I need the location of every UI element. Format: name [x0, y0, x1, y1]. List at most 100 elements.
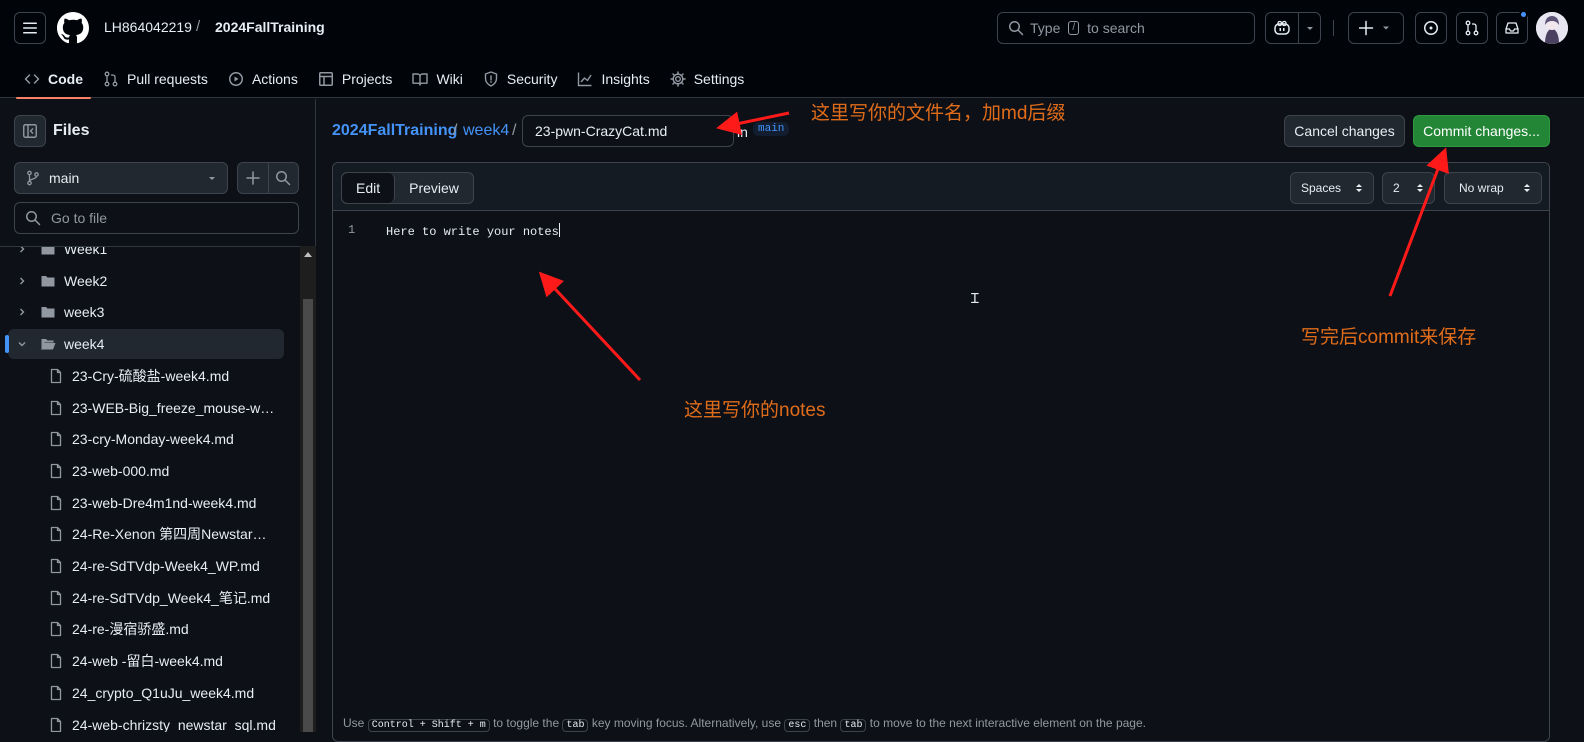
gear-icon: [669, 71, 686, 87]
search-input[interactable]: Type / to search: [997, 12, 1255, 44]
tree-file[interactable]: 24-web-chrizsty_newstar_sql.md: [8, 710, 284, 732]
issues-icon[interactable]: [1415, 12, 1447, 44]
copilot-button[interactable]: [1265, 12, 1321, 44]
search-icon: [276, 171, 291, 186]
search-icon: [1009, 21, 1024, 36]
tree-folder[interactable]: week3: [8, 297, 284, 327]
hint-key: Control + Shift + m: [367, 719, 490, 732]
menu-button[interactable]: [14, 12, 46, 44]
tab-security-label: Security: [506, 71, 558, 87]
wrap-mode-value: No wrap: [1459, 181, 1504, 195]
annotation-filename: 这里写你的文件名，加md后缀: [811, 103, 1066, 124]
text-caret: [558, 223, 560, 237]
hint-key: tab: [562, 719, 589, 732]
tab-insights[interactable]: Insights: [569, 60, 657, 98]
wrap-mode-select[interactable]: No wrap: [1444, 172, 1542, 204]
tab-wiki[interactable]: Wiki: [404, 60, 470, 98]
copilot-dropdown-icon[interactable]: [1299, 13, 1320, 43]
tree-file[interactable]: 23-cry-Monday-week4.md: [8, 424, 284, 454]
line-number: 1: [348, 223, 356, 237]
github-logo-icon[interactable]: [57, 12, 89, 44]
tree-file[interactable]: 23-web-000.md: [8, 456, 284, 486]
tree-file-label: 24-re-SdTVdp_Week4_笔记.md: [72, 589, 271, 606]
editor-tabs: Edit Preview: [341, 172, 474, 204]
copilot-icon[interactable]: [1266, 13, 1299, 43]
file-icon: [48, 431, 64, 447]
tree-folder-label: Week2: [64, 272, 108, 289]
scroll-up-arrow-icon[interactable]: [300, 246, 316, 262]
path-folder-link[interactable]: week4: [463, 122, 509, 140]
filename-input[interactable]: [522, 115, 734, 147]
tab-pull-requests[interactable]: Pull requests: [95, 60, 216, 98]
repo-nav: Code Pull requests Actions Projects Wiki…: [16, 60, 756, 99]
tab-edit[interactable]: Edit: [342, 173, 396, 203]
collapse-sidebar-button[interactable]: [14, 115, 46, 147]
pull-requests-icon[interactable]: [1456, 12, 1488, 44]
file-tree: Week1 Week2 week3 week4 23-Cry-硫酸盐-week4.md 2…: [0, 246, 300, 732]
tab-actions[interactable]: Actions: [220, 60, 306, 98]
hint-text: to toggle the: [493, 716, 560, 730]
tree-file[interactable]: 24-re-漫宿骄盛.md: [8, 614, 284, 644]
tab-code[interactable]: Code: [16, 60, 91, 99]
path-separator: /: [512, 122, 517, 139]
chevron-right-icon[interactable]: [14, 276, 30, 286]
table-icon: [318, 72, 333, 86]
file-tree-sidebar: Files main Go to file Week1 Week2 week3 wee…: [0, 99, 316, 732]
breadcrumb-repo[interactable]: 2024FallTraining: [215, 19, 325, 35]
keyboard-hint: Use Control + Shift + m to toggle the ta…: [343, 716, 1146, 732]
play-icon: [228, 72, 243, 86]
commit-changes-button[interactable]: Commit changes...: [1413, 115, 1550, 147]
tab-security[interactable]: Security: [475, 60, 566, 98]
hint-key: tab: [840, 719, 867, 732]
chevron-down-icon[interactable]: [14, 339, 30, 349]
tree-folder[interactable]: week4: [5, 329, 284, 360]
editor-content[interactable]: 1 Here to write your notes Ɪ: [333, 211, 1549, 711]
chevron-right-icon[interactable]: [14, 247, 30, 254]
tree-file[interactable]: 24-re-SdTVdp-Week4_WP.md: [8, 551, 284, 581]
cancel-changes-button[interactable]: Cancel changes: [1284, 115, 1405, 147]
plus-icon: [246, 171, 260, 185]
search-files-button[interactable]: [267, 163, 299, 193]
tree-folder[interactable]: Week2: [8, 266, 284, 296]
go-to-file-input[interactable]: Go to file: [14, 202, 299, 234]
tab-code-label: Code: [48, 71, 83, 87]
create-new-button[interactable]: [1348, 12, 1404, 44]
search-icon: [26, 211, 41, 226]
indent-mode-select[interactable]: Spaces: [1290, 172, 1374, 204]
tab-insights-label: Insights: [601, 71, 650, 87]
path-repo-link[interactable]: 2024FallTraining: [332, 122, 457, 140]
tree-folder[interactable]: Week1: [8, 247, 284, 264]
in-label: in: [737, 124, 748, 140]
editor-toolbar: Edit Preview Spaces 2 No wrap: [333, 163, 1549, 211]
branch-selector[interactable]: main: [14, 162, 228, 194]
tab-settings[interactable]: Settings: [662, 60, 753, 98]
breadcrumb-owner[interactable]: LH864042219: [104, 19, 192, 35]
tree-file[interactable]: 24-web -留白-week4.md: [8, 646, 284, 676]
add-file-button[interactable]: [238, 163, 268, 193]
tree-file[interactable]: 23-web-Dre4m1nd-week4.md: [8, 488, 284, 518]
pull-request-icon: [104, 71, 118, 87]
tree-file[interactable]: 23-WEB-Big_freeze_mouse-week4.md: [8, 393, 284, 423]
tree-file-label: 24_crypto_Q1uJu_week4.md: [72, 684, 255, 701]
tree-file[interactable]: 24_crypto_Q1uJu_week4.md: [8, 678, 284, 708]
hint-text: then: [813, 716, 838, 730]
tree-file[interactable]: 24-Re-Xenon 第四周Newstar复现.md: [8, 519, 284, 549]
tree-file[interactable]: 24-re-SdTVdp_Week4_笔记.md: [8, 583, 284, 613]
chevron-right-icon[interactable]: [14, 307, 30, 317]
hint-key: esc: [784, 719, 811, 732]
indent-size-select[interactable]: 2: [1382, 172, 1435, 204]
tab-preview[interactable]: Preview: [395, 173, 473, 203]
select-arrows-icon: [1524, 184, 1530, 192]
tree-file-label: 23-Cry-硫酸盐-week4.md: [72, 367, 230, 384]
code-line[interactable]: Here to write your notes: [386, 223, 560, 239]
scrollbar-thumb[interactable]: [303, 299, 313, 732]
indent-mode-value: Spaces: [1301, 181, 1342, 195]
code-icon: [24, 74, 40, 84]
avatar[interactable]: [1536, 12, 1568, 44]
tree-file[interactable]: 23-Cry-硫酸盐-week4.md: [8, 361, 284, 391]
tab-projects[interactable]: Projects: [310, 60, 401, 98]
tab-wiki-label: Wiki: [436, 71, 463, 87]
file-icon: [48, 621, 64, 637]
breadcrumb-separator: /: [196, 18, 201, 35]
search-placeholder-pre: Type: [1030, 20, 1061, 36]
